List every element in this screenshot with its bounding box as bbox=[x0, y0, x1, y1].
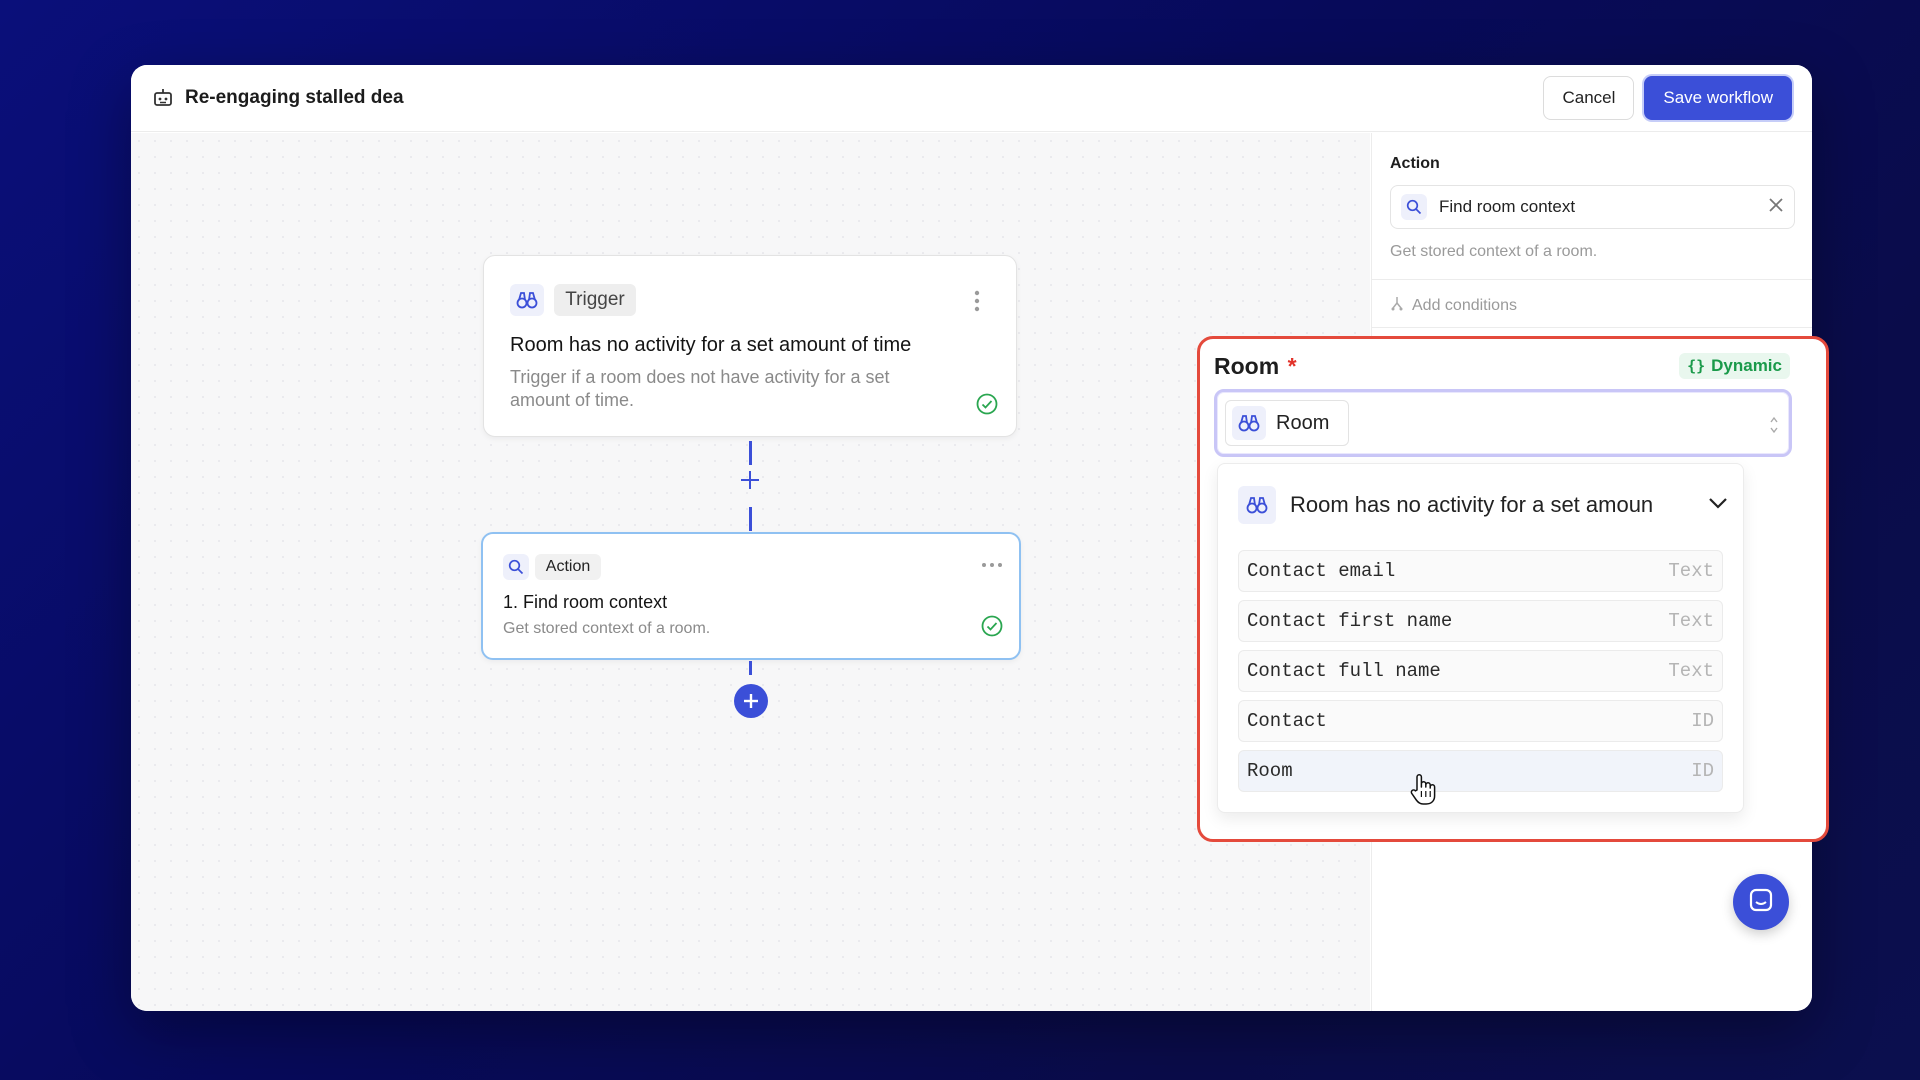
add-conditions-label: Add conditions bbox=[1412, 296, 1517, 314]
panel-divider bbox=[1372, 279, 1812, 280]
chat-icon bbox=[1748, 887, 1774, 918]
top-bar: Re-engaging stalled dea Cancel Save work… bbox=[131, 65, 1812, 132]
room-field-label: Room * bbox=[1214, 353, 1297, 380]
save-workflow-button[interactable]: Save workflow bbox=[1644, 76, 1792, 120]
option-type: ID bbox=[1691, 760, 1714, 782]
room-value-tag: Room bbox=[1225, 400, 1349, 446]
action-heading: 1. Find room context bbox=[503, 592, 668, 612]
dropdown-option[interactable]: Room ID bbox=[1238, 750, 1723, 792]
chevron-down-icon[interactable] bbox=[1708, 496, 1728, 514]
option-label: Contact email bbox=[1247, 560, 1396, 582]
room-select-input[interactable]: Room bbox=[1214, 389, 1792, 457]
panel-divider bbox=[1372, 327, 1812, 328]
option-label: Contact first name bbox=[1247, 610, 1453, 632]
binoculars-icon bbox=[510, 284, 544, 316]
binoculars-icon bbox=[1232, 406, 1266, 440]
robot-icon bbox=[151, 86, 175, 110]
action-description: Get stored context of a room. bbox=[503, 620, 711, 637]
add-conditions-button[interactable]: Add conditions bbox=[1390, 295, 1517, 316]
hand-cursor-icon bbox=[1408, 772, 1438, 811]
dropdown-option[interactable]: Contact full name Text bbox=[1238, 650, 1723, 692]
braces-icon: {} bbox=[1687, 357, 1706, 375]
action-description-text: Get stored context of a room. bbox=[1390, 243, 1598, 260]
action-selector[interactable]: Find room context bbox=[1390, 185, 1795, 229]
option-type: Text bbox=[1668, 660, 1714, 682]
room-field-highlight: Room * {} Dynamic Room Room has no activ… bbox=[1197, 336, 1829, 842]
dropdown-group-header[interactable]: Room has no activity for a set amoun bbox=[1238, 484, 1728, 526]
close-icon[interactable] bbox=[1768, 197, 1784, 218]
workflow-canvas[interactable]: Trigger Room has no activity for a set a… bbox=[131, 133, 1370, 1011]
cancel-button[interactable]: Cancel bbox=[1543, 76, 1635, 120]
add-step-icon[interactable] bbox=[739, 469, 761, 495]
trigger-chip: Trigger bbox=[554, 284, 636, 316]
option-label: Room bbox=[1247, 760, 1293, 782]
room-label-text: Room bbox=[1214, 353, 1280, 379]
dynamic-label: Dynamic bbox=[1711, 356, 1782, 375]
dropdown-option[interactable]: Contact ID bbox=[1238, 700, 1723, 742]
dynamic-toggle[interactable]: {} Dynamic bbox=[1679, 353, 1790, 379]
dropdown-group-label: Room has no activity for a set amoun bbox=[1290, 492, 1654, 517]
binoculars-icon bbox=[1238, 486, 1276, 524]
workflow-title[interactable]: Re-engaging stalled dea bbox=[185, 87, 404, 109]
connector-line bbox=[749, 507, 752, 531]
trigger-node[interactable]: Trigger Room has no activity for a set a… bbox=[483, 255, 1017, 437]
option-type: ID bbox=[1691, 710, 1714, 732]
dropdown-option[interactable]: Contact email Text bbox=[1238, 550, 1723, 592]
option-label: Contact bbox=[1247, 710, 1327, 732]
check-circle-icon bbox=[976, 393, 998, 420]
action-node[interactable]: Action 1. Find room context Get stored c… bbox=[481, 532, 1021, 660]
dropdown-option[interactable]: Contact first name Text bbox=[1238, 600, 1723, 642]
required-mark: * bbox=[1287, 353, 1297, 379]
check-circle-icon bbox=[981, 615, 1003, 642]
updown-chevron-icon bbox=[1769, 414, 1779, 441]
option-label: Contact full name bbox=[1247, 660, 1441, 682]
trigger-heading: Room has no activity for a set amount of… bbox=[510, 334, 912, 356]
more-horizontal-icon[interactable] bbox=[981, 556, 1003, 574]
chat-support-button[interactable] bbox=[1733, 874, 1789, 930]
action-chip: Action bbox=[535, 554, 601, 580]
connector-line bbox=[749, 441, 752, 465]
add-step-button[interactable] bbox=[734, 684, 768, 718]
selected-action-label: Find room context bbox=[1439, 197, 1576, 216]
action-section-label: Action bbox=[1390, 155, 1440, 172]
option-type: Text bbox=[1668, 560, 1714, 582]
trigger-description: Trigger if a room does not have activity… bbox=[510, 367, 890, 410]
search-icon bbox=[1401, 194, 1427, 220]
more-vertical-icon[interactable] bbox=[974, 290, 980, 312]
option-type: Text bbox=[1668, 610, 1714, 632]
connector-line bbox=[749, 661, 752, 675]
search-icon bbox=[503, 554, 529, 580]
branch-icon bbox=[1390, 295, 1404, 316]
room-value-text: Room bbox=[1276, 411, 1330, 434]
room-dropdown: Room has no activity for a set amoun Con… bbox=[1217, 463, 1744, 813]
